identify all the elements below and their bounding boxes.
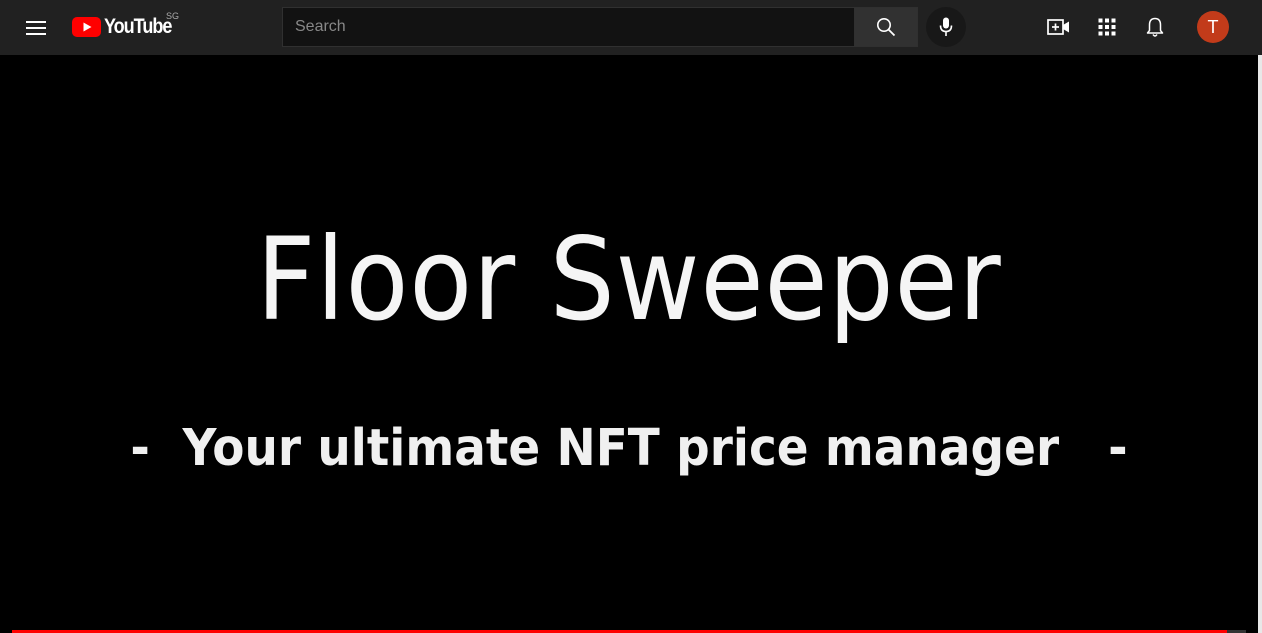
search-icon (877, 18, 896, 37)
page-scrollbar[interactable] (1258, 55, 1262, 633)
masthead: YouTube SG Search T (0, 0, 1262, 55)
youtube-play-logo-icon (72, 17, 101, 37)
apps-button[interactable] (1087, 7, 1127, 47)
search-box (282, 7, 918, 47)
voice-search-button[interactable] (926, 7, 966, 47)
microphone-icon (939, 17, 953, 36)
account-avatar[interactable]: T (1197, 11, 1229, 43)
video-frame-title: Floor Sweeper (256, 213, 1002, 346)
video-player[interactable]: Floor Sweeper - Your ultimate NFT price … (0, 55, 1258, 633)
country-code: SG (166, 11, 180, 21)
search-button[interactable] (854, 7, 918, 47)
create-video-icon (1047, 19, 1069, 35)
hamburger-menu-icon (26, 21, 46, 35)
apps-grid-icon (1098, 18, 1116, 36)
video-frame-subtitle: - Your ultimate NFT price manager - (130, 419, 1128, 478)
notifications-button[interactable] (1135, 7, 1175, 47)
create-button[interactable] (1039, 7, 1079, 47)
logo-wordmark: YouTube (104, 15, 172, 38)
guide-menu-button[interactable] (16, 8, 56, 48)
search-input[interactable] (282, 7, 854, 47)
bell-icon (1146, 17, 1164, 37)
